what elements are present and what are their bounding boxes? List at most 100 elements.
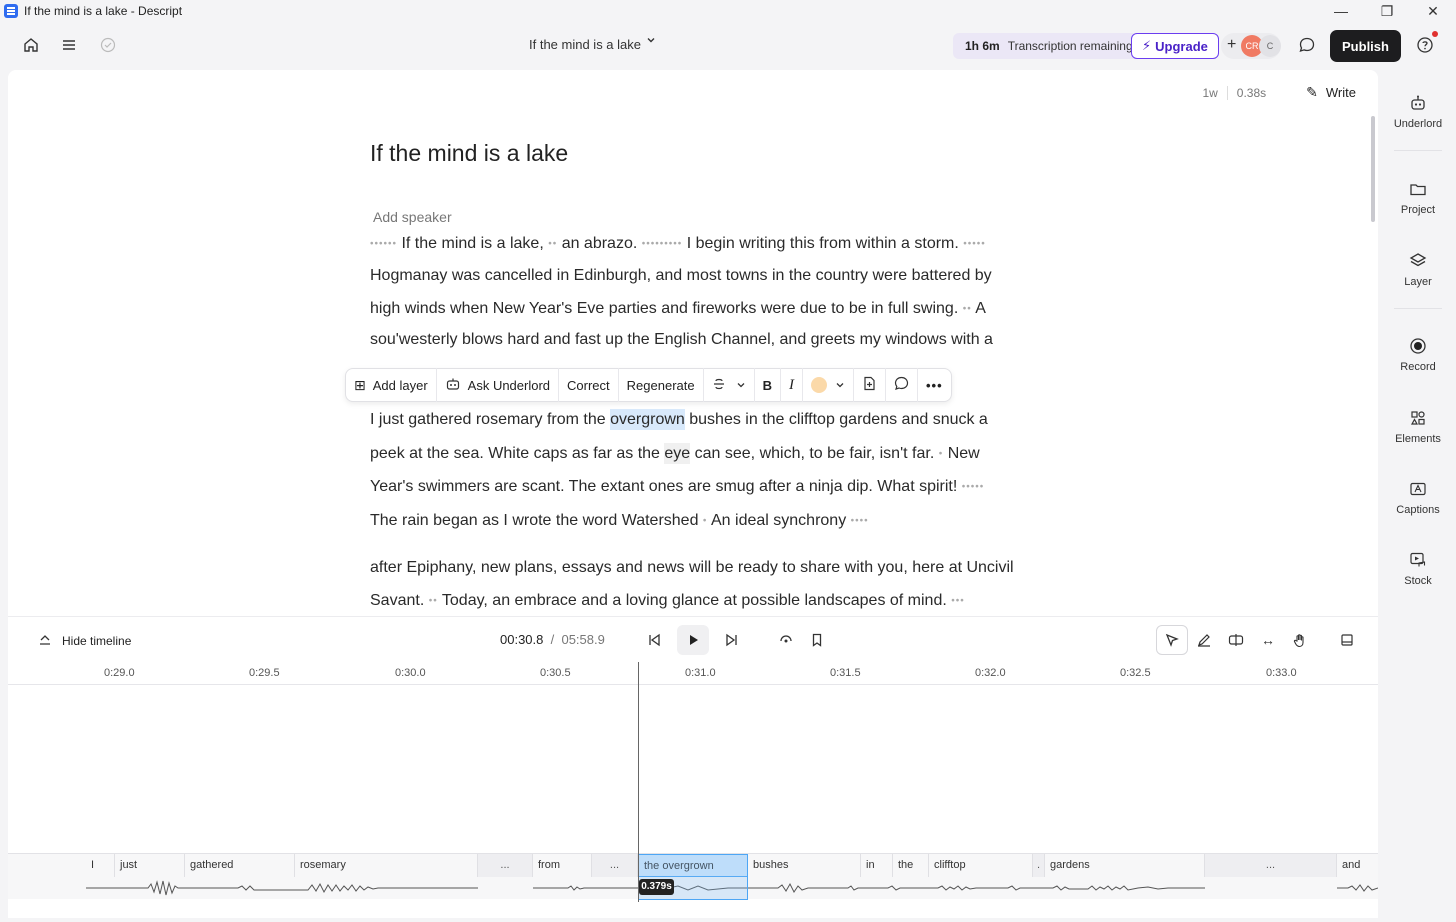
transcript-text[interactable]: sou'westerly blows hard and fast up the … — [370, 331, 993, 348]
write-button[interactable]: ✎ Write — [1306, 84, 1356, 101]
playhead[interactable] — [638, 662, 639, 902]
hand-tool-icon[interactable] — [1284, 625, 1316, 655]
document-title-menu[interactable]: If the mind is a lake — [529, 37, 641, 52]
transcript-text[interactable]: Hogmanay was cancelled in Edinburgh, and… — [370, 267, 992, 284]
upgrade-button[interactable]: ⚡ Upgrade — [1131, 33, 1219, 59]
pause-gap[interactable]: ••• — [951, 595, 965, 606]
word-clip[interactable]: just — [115, 854, 185, 877]
transcript-line[interactable]: •••••• If the mind is a lake, •• an abra… — [370, 235, 986, 253]
word-clip[interactable]: in — [861, 854, 893, 877]
transcript-text[interactable]: Today, an embrace and a loving glance at… — [442, 592, 947, 609]
chevron-down-icon[interactable] — [645, 34, 657, 49]
transcript-text[interactable]: If the mind is a lake, — [401, 235, 543, 252]
add-media-button[interactable] — [854, 368, 886, 402]
timeline[interactable]: 0:29.0 0:29.5 0:30.0 0:30.5 0:31.0 0:31.… — [8, 662, 1378, 918]
gap-clip[interactable]: ... — [1205, 854, 1337, 877]
transcript-text[interactable]: peek at the sea. White caps as far as th… — [370, 445, 664, 462]
comment-button[interactable] — [886, 368, 918, 402]
publish-button[interactable]: Publish — [1330, 30, 1401, 62]
stretch-tool-icon[interactable]: ↔ — [1252, 625, 1284, 655]
home-icon[interactable] — [18, 32, 44, 58]
minimize-button[interactable]: — — [1318, 0, 1364, 22]
comments-icon[interactable] — [1294, 32, 1320, 58]
pause-gap[interactable]: •• — [429, 595, 438, 606]
italic-button[interactable]: I — [781, 368, 803, 402]
sidebar-item-layer[interactable]: Layer — [1380, 252, 1456, 288]
word-clip[interactable]: bushes — [748, 854, 861, 877]
pause-gap[interactable]: •••••• — [370, 238, 397, 249]
word-clip[interactable]: gathered — [185, 854, 295, 877]
transcript-text[interactable]: I begin writing this from within a storm… — [687, 235, 959, 252]
collaborators-group[interactable]: + CR C — [1221, 33, 1281, 59]
restore-button[interactable]: ❐ — [1364, 0, 1410, 22]
transcript-text[interactable]: bushes in the clifftop gardens and snuck… — [685, 411, 988, 428]
select-tool-icon[interactable] — [1156, 625, 1188, 655]
sidebar-item-record[interactable]: Record — [1380, 337, 1456, 373]
transcript-text[interactable]: after Epiphany, new plans, essays and ne… — [370, 559, 1014, 576]
gap-clip[interactable]: ... — [478, 854, 533, 877]
transcript-line[interactable]: after Epiphany, new plans, essays and ne… — [370, 559, 1014, 577]
transcript-line[interactable]: I just gathered rosemary from the overgr… — [370, 409, 988, 430]
sidebar-item-stock[interactable]: Stock — [1380, 551, 1456, 587]
sidebar-item-underlord[interactable]: Underlord — [1380, 94, 1456, 130]
sidebar-item-project[interactable]: Project — [1380, 180, 1456, 216]
transcript-text[interactable]: A — [975, 300, 986, 317]
transcript-text[interactable]: Savant. — [370, 592, 424, 609]
transcript-line[interactable]: The rain began as I wrote the word Water… — [370, 512, 869, 530]
play-icon[interactable] — [677, 625, 709, 655]
editor-scrollbar[interactable] — [1371, 116, 1375, 222]
add-layer-button[interactable]: ⊞ Add layer — [346, 368, 437, 402]
split-tool-icon[interactable] — [1220, 625, 1252, 655]
hide-timeline-button[interactable]: Hide timeline — [38, 632, 131, 649]
gap-clip[interactable]: . — [1033, 854, 1045, 877]
sidebar-item-captions[interactable]: Captions — [1380, 480, 1456, 516]
word-clip[interactable]: clifftop — [929, 854, 1033, 877]
gap-clip[interactable]: ... — [592, 854, 638, 877]
correct-button[interactable]: Correct — [559, 368, 619, 402]
page-title[interactable]: If the mind is a lake — [370, 140, 568, 167]
transcript-line[interactable]: sou'westerly blows hard and fast up the … — [370, 331, 993, 349]
transcript-text[interactable]: can see, which, to be fair, isn't far. — [690, 445, 935, 462]
script-editor[interactable]: 1w 0.38s ✎ Write If the mind is a lake A… — [8, 70, 1378, 616]
transcript-line[interactable]: high winds when New Year's Eve parties a… — [370, 300, 986, 318]
pen-tool-icon[interactable] — [1188, 625, 1220, 655]
transcript-text[interactable]: high winds when New Year's Eve parties a… — [370, 300, 958, 317]
transcript-text[interactable]: I just gathered rosemary from the — [370, 411, 610, 428]
transcript-line[interactable]: Savant. •• Today, an embrace and a lovin… — [370, 592, 965, 610]
close-window-button[interactable]: ✕ — [1410, 0, 1456, 22]
loop-icon[interactable] — [770, 625, 802, 655]
transcript-text[interactable]: Year's swimmers are scant. The extant on… — [370, 478, 957, 495]
pause-gap[interactable]: •• — [963, 303, 972, 314]
pause-gap[interactable]: •••• — [851, 515, 869, 526]
pause-gap[interactable]: •• — [548, 238, 557, 249]
pause-gap[interactable]: ••••••••• — [642, 238, 683, 249]
transcript-line[interactable]: peek at the sea. White caps as far as th… — [370, 443, 980, 464]
transcript-text[interactable]: An ideal synchrony — [711, 512, 846, 529]
time-ruler[interactable]: 0:29.0 0:29.5 0:30.0 0:30.5 0:31.0 0:31.… — [8, 662, 1378, 685]
word-clip[interactable]: gardens — [1045, 854, 1205, 877]
word-clip[interactable]: I — [86, 854, 115, 877]
hovered-word[interactable]: eye — [664, 443, 691, 464]
word-clip[interactable]: from — [533, 854, 592, 877]
bookmark-icon[interactable] — [801, 625, 833, 655]
word-clip[interactable]: the — [893, 854, 929, 877]
word-clip[interactable]: rosemary — [295, 854, 478, 877]
layout-toggle-icon[interactable] — [1331, 625, 1363, 655]
skip-forward-icon[interactable] — [716, 625, 748, 655]
highlight-color-dropdown[interactable] — [803, 368, 854, 402]
transcript-line[interactable]: Year's swimmers are scant. The extant on… — [370, 478, 984, 496]
regenerate-button[interactable]: Regenerate — [619, 368, 704, 402]
pause-gap[interactable]: ••••• — [962, 481, 985, 492]
sidebar-item-elements[interactable]: Elements — [1380, 409, 1456, 445]
add-speaker-button[interactable]: Add speaker — [373, 209, 452, 225]
bold-button[interactable]: B — [755, 368, 781, 402]
pause-gap[interactable]: • — [703, 515, 708, 526]
transcript-text[interactable]: The rain began as I wrote the word Water… — [370, 512, 698, 529]
transcript-text[interactable]: New — [948, 445, 980, 462]
word-clip[interactable]: and — [1337, 854, 1378, 877]
selected-word[interactable]: overgrown — [610, 409, 685, 430]
pause-gap[interactable]: • — [939, 448, 944, 459]
add-collaborator-icon[interactable]: + — [1227, 36, 1236, 54]
more-options-icon[interactable]: ••• — [918, 368, 951, 402]
skip-back-icon[interactable] — [638, 625, 670, 655]
